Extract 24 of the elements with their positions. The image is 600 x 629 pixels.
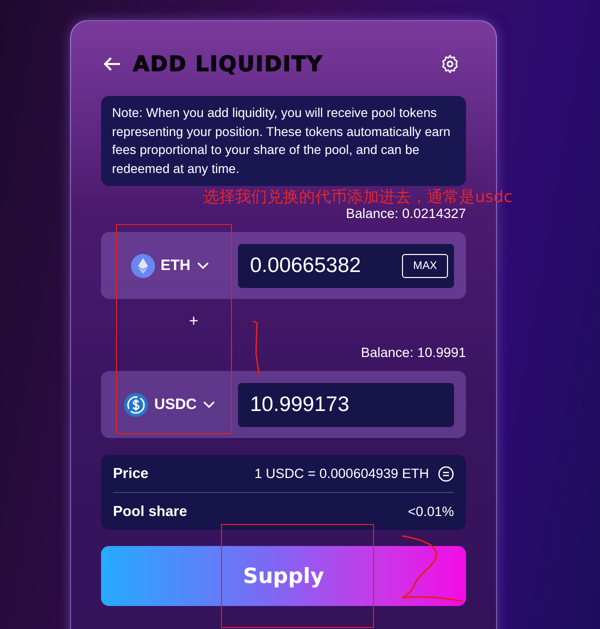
ethereum-icon: [130, 254, 154, 278]
handwritten-mark-drawing: [251, 319, 261, 377]
equals-circle-icon[interactable]: [438, 466, 454, 482]
info-note: Note: When you add liquidity, you will receive pool tokens representing your position. These tokens automatically earn fees proportional to your share of the pool, and can be redeemed at any time.: [101, 96, 466, 186]
detail-value: 1 USDC = 0.000604939 ETH: [254, 466, 429, 481]
page-title: ADD LIQUIDITY: [133, 52, 324, 76]
chevron-down-icon: [202, 400, 215, 408]
balance-text: Balance: 0.0214327: [344, 206, 466, 223]
annotation-text: 选择我们兑换的代币添加进去，通常是usdc: [203, 187, 512, 206]
detail-value: <0.01%: [408, 504, 454, 519]
back-arrow-icon[interactable]: [103, 56, 121, 72]
plus-sign: +: [189, 313, 198, 331]
balance-text: Balance: 10.9991: [360, 345, 466, 362]
chevron-down-icon: [196, 262, 208, 270]
settings-icon[interactable]: [440, 54, 460, 74]
supply-button[interactable]: Supply: [101, 546, 466, 606]
amount-input[interactable]: 0.00665382 MAX: [238, 244, 454, 288]
detail-label: Price: [113, 466, 148, 482]
max-button[interactable]: MAX: [402, 254, 448, 278]
detail-label: Pool share: [113, 504, 188, 520]
amount-input[interactable]: 10.999173: [238, 382, 454, 426]
token-selector[interactable]: ETH: [101, 254, 238, 278]
token-selector[interactable]: USDC: [101, 392, 238, 416]
dollar-coin-icon: [124, 392, 148, 416]
